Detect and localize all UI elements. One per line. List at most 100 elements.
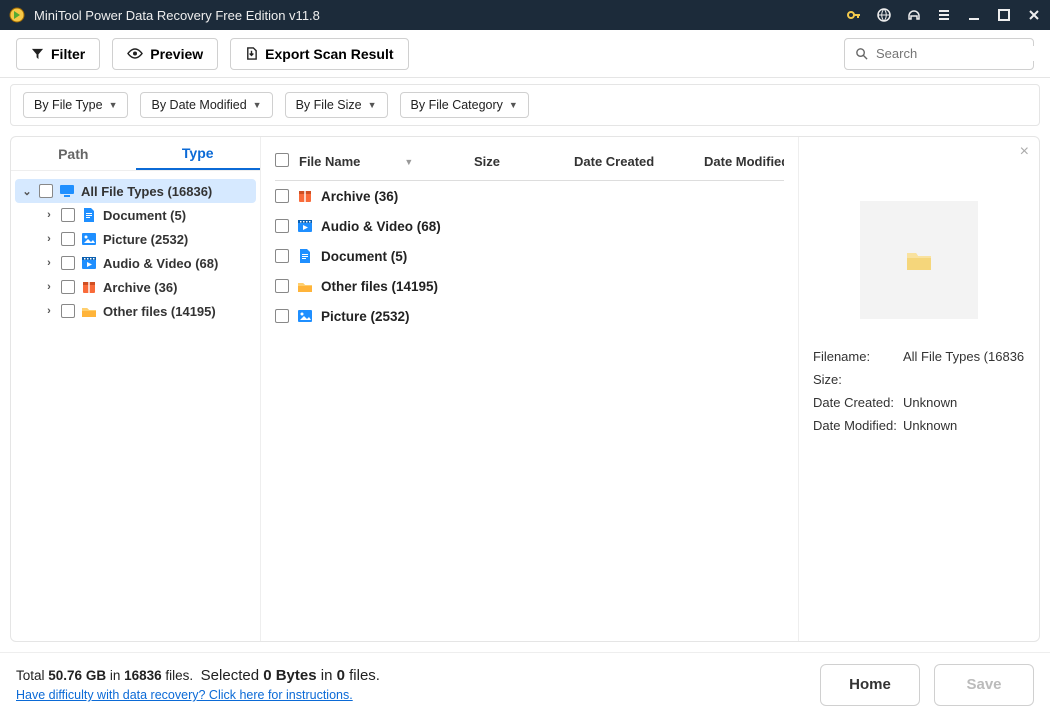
close-icon[interactable]	[1026, 7, 1042, 23]
checkbox[interactable]	[61, 232, 75, 246]
arc-icon	[81, 279, 97, 295]
list-row[interactable]: Picture (2532)	[275, 301, 784, 331]
chip-label: By File Category	[411, 98, 503, 112]
expander-icon[interactable]: ›	[43, 209, 55, 221]
col-filename[interactable]: File Name▼	[299, 154, 474, 169]
footer: Total 50.76 GB in 16836 files. Selected …	[0, 652, 1050, 716]
select-all-checkbox[interactable]	[275, 153, 289, 167]
meta-created-val: Unknown	[903, 395, 1025, 410]
list-item-label: Picture (2532)	[321, 309, 410, 324]
file-list-panel: File Name▼ Size Date Created Date Modifi…	[261, 137, 799, 641]
tree-item[interactable]: › Document (5)	[37, 203, 256, 227]
pic-icon	[81, 231, 97, 247]
by-file-size-chip[interactable]: By File Size▼	[285, 92, 388, 118]
search-input[interactable]	[876, 46, 1050, 61]
expander-icon[interactable]: ›	[43, 281, 55, 293]
tree-root[interactable]: ⌄ All File Types (16836)	[15, 179, 256, 203]
tab-path[interactable]: Path	[11, 137, 136, 170]
doc-icon	[81, 207, 97, 223]
tree-item-label: Document (5)	[103, 208, 186, 223]
by-file-type-chip[interactable]: By File Type▼	[23, 92, 128, 118]
checkbox[interactable]	[275, 189, 289, 203]
toolbar: Filter Preview Export Scan Result	[0, 30, 1050, 78]
expander-icon[interactable]: ›	[43, 305, 55, 317]
search-icon	[855, 47, 868, 60]
type-tree: ⌄ All File Types (16836) › Document (5) › P…	[11, 171, 260, 331]
meta-filename-val: All File Types (16836	[903, 349, 1025, 364]
maximize-icon[interactable]	[996, 7, 1012, 23]
other-icon	[297, 278, 313, 294]
tree-item-label: Audio & Video (68)	[103, 256, 218, 271]
checkbox[interactable]	[275, 279, 289, 293]
list-row[interactable]: Audio & Video (68)	[275, 211, 784, 241]
globe-icon[interactable]	[876, 7, 892, 23]
meta-modified-key: Date Modified:	[813, 418, 903, 433]
preview-label: Preview	[150, 46, 203, 62]
expander-icon[interactable]: ›	[43, 257, 55, 269]
col-date-created[interactable]: Date Created	[574, 154, 704, 169]
funnel-icon	[31, 47, 44, 60]
home-button[interactable]: Home	[820, 664, 920, 706]
export-button[interactable]: Export Scan Result	[230, 38, 408, 70]
list-row[interactable]: Document (5)	[275, 241, 784, 271]
list-item-label: Archive (36)	[321, 189, 398, 204]
app-title: MiniTool Power Data Recovery Free Editio…	[34, 8, 846, 23]
chip-label: By File Type	[34, 98, 103, 112]
headset-icon[interactable]	[906, 7, 922, 23]
meta-size-val	[903, 372, 1025, 387]
expander-icon[interactable]: ›	[43, 233, 55, 245]
list-row[interactable]: Archive (36)	[275, 181, 784, 211]
checkbox[interactable]	[61, 208, 75, 222]
tab-type[interactable]: Type	[136, 137, 261, 170]
filter-button[interactable]: Filter	[16, 38, 100, 70]
minimize-icon[interactable]	[966, 7, 982, 23]
list-row[interactable]: Other files (14195)	[275, 271, 784, 301]
key-icon[interactable]	[846, 7, 862, 23]
tree-item[interactable]: ›Other files (14195)	[37, 299, 256, 323]
by-file-category-chip[interactable]: By File Category ▼	[400, 92, 529, 118]
tree-root-label: All File Types (16836)	[81, 184, 212, 199]
meta-modified-val: Unknown	[903, 418, 1025, 433]
checkbox[interactable]	[39, 184, 53, 198]
menu-icon[interactable]	[936, 7, 952, 23]
expander-open-icon[interactable]: ⌄	[21, 185, 33, 198]
preview-button[interactable]: Preview	[112, 38, 218, 70]
arc-icon	[297, 188, 313, 204]
checkbox[interactable]	[275, 219, 289, 233]
meta-created-key: Date Created:	[813, 395, 903, 410]
sidebar-tabs: Path Type	[11, 137, 260, 171]
meta-filename-key: Filename:	[813, 349, 903, 364]
details-meta: Filename:All File Types (16836 Size: Dat…	[813, 349, 1025, 433]
tree-item[interactable]: ›Archive (36)	[37, 275, 256, 299]
pic-icon	[297, 308, 313, 324]
checkbox[interactable]	[61, 304, 75, 318]
monitor-icon	[59, 183, 75, 199]
doc-icon	[297, 248, 313, 264]
sort-caret-icon: ▼	[404, 157, 413, 167]
list-item-label: Document (5)	[321, 249, 407, 264]
caret-down-icon: ▼	[509, 100, 518, 110]
filter-bar: By File Type▼ By Date Modified▼ By File …	[10, 84, 1040, 126]
checkbox[interactable]	[61, 280, 75, 294]
titlebar: MiniTool Power Data Recovery Free Editio…	[0, 0, 1050, 30]
tree-item[interactable]: › Picture (2532)	[37, 227, 256, 251]
list-header: File Name▼ Size Date Created Date Modifi…	[275, 147, 784, 181]
checkbox[interactable]	[61, 256, 75, 270]
tree-item[interactable]: › Audio & Video (68)	[37, 251, 256, 275]
col-size[interactable]: Size	[474, 154, 574, 169]
search-box[interactable]	[844, 38, 1034, 70]
col-date-modified[interactable]: Date Modified	[704, 154, 784, 169]
tree-item-label: Picture (2532)	[103, 232, 188, 247]
eye-icon	[127, 47, 143, 60]
close-details-icon[interactable]: ×	[1020, 143, 1029, 161]
save-button[interactable]: Save	[934, 664, 1034, 706]
sidebar: Path Type ⌄ All File Types (16836) › Docu…	[11, 137, 261, 641]
caret-down-icon: ▼	[253, 100, 262, 110]
checkbox[interactable]	[275, 309, 289, 323]
meta-size-key: Size:	[813, 372, 903, 387]
export-label: Export Scan Result	[265, 46, 393, 62]
av-icon	[81, 255, 97, 271]
checkbox[interactable]	[275, 249, 289, 263]
by-date-modified-chip[interactable]: By Date Modified▼	[140, 92, 272, 118]
folder-icon	[906, 249, 932, 271]
